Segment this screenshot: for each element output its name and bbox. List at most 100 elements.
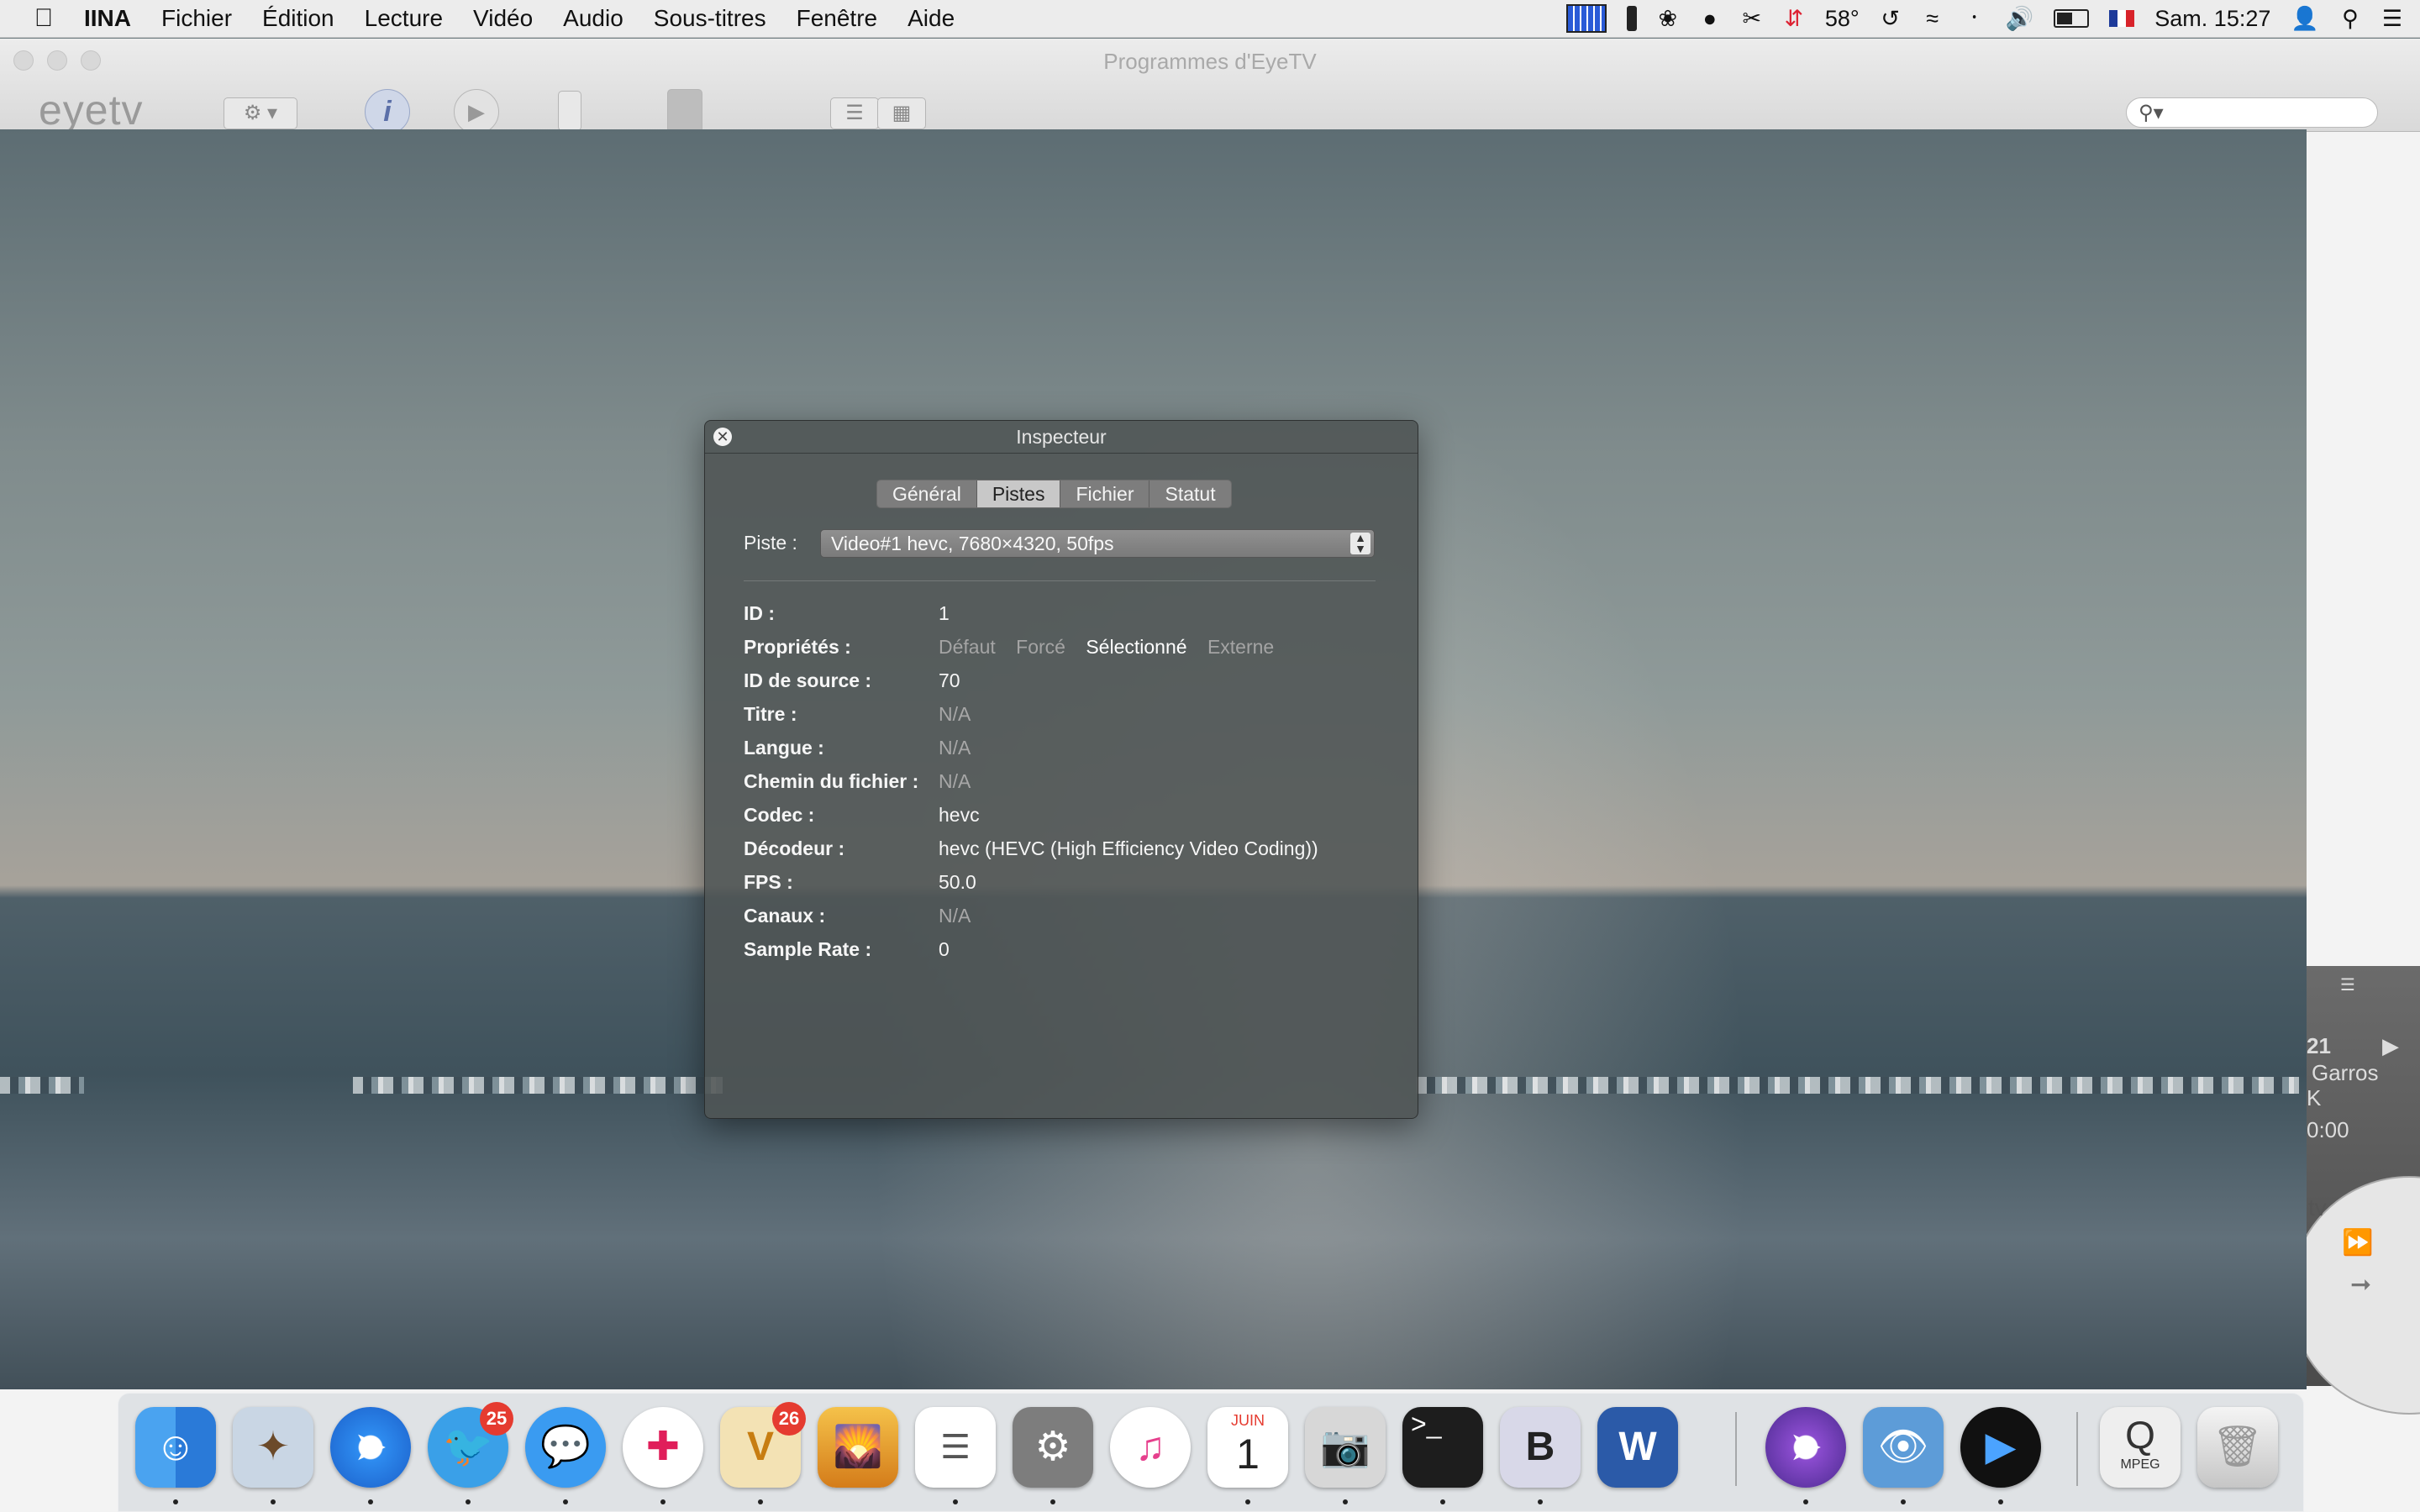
device-icon[interactable] <box>558 91 581 131</box>
track-label: Piste : <box>744 532 797 554</box>
messages-icon[interactable]: 💬 <box>525 1407 606 1488</box>
label-language: Langue : <box>744 737 824 759</box>
info-icon[interactable]: i <box>365 89 410 134</box>
value-properties: Défaut Forcé Sélectionné Externe <box>939 636 1289 669</box>
label-sample-rate: Sample Rate : <box>744 938 872 960</box>
close-icon[interactable]: ✕ <box>713 428 732 446</box>
menu-audio[interactable]: Audio <box>548 5 639 32</box>
word-letter: W <box>1618 1425 1657 1469</box>
input-source-french-flag-icon[interactable] <box>2109 10 2135 27</box>
value-decoder: hevc (HEVC (High Efficiency Video Coding… <box>939 837 1318 859</box>
menu-sous-titres[interactable]: Sous-titres <box>639 5 781 32</box>
phone-battery-icon[interactable] <box>1626 6 1637 31</box>
menu-app-iina[interactable]: IINA <box>69 5 146 32</box>
creative-cloud-icon[interactable]: ❀ <box>1657 6 1679 32</box>
bbedit-icon[interactable]: B <box>1500 1407 1581 1488</box>
value-fps: 50.0 <box>939 871 976 893</box>
grid-view-icon[interactable]: ▦ <box>877 97 926 129</box>
running-indicator <box>271 1499 276 1504</box>
label-fps: FPS : <box>744 871 793 893</box>
iina-icon[interactable]: ▶ <box>1960 1407 2041 1488</box>
temperature-arrows-icon[interactable]: ⇵ <box>1783 6 1805 32</box>
video-glitch-artifact <box>1417 1077 2299 1094</box>
eagle-mail-icon[interactable]: ✦ <box>233 1407 313 1488</box>
menu-clock[interactable]: Sam. 15:27 <box>2154 6 2270 32</box>
running-indicator <box>953 1499 958 1504</box>
controller-channel: 21 <box>2307 1033 2331 1058</box>
tab-pistes[interactable]: Pistes <box>976 480 1061 507</box>
tab-general[interactable]: Général <box>877 480 977 507</box>
controller-list-icon[interactable]: ☰ <box>2340 974 2355 995</box>
spotlight-search-icon[interactable]: ⚲ <box>2339 6 2361 32</box>
calendar-month: JUIN <box>1231 1412 1265 1429</box>
trash-icon[interactable]: 🗑 <box>2197 1407 2278 1488</box>
wifi-icon[interactable]: ≈ <box>1922 6 1944 32</box>
eyetv-search-field[interactable]: ⚲▾ <box>2126 97 2378 128</box>
value-title: N/A <box>939 703 971 725</box>
tab-fichier[interactable]: Fichier <box>1060 480 1150 507</box>
gear-menu-button[interactable]: ⚙ ▾ <box>224 97 297 129</box>
eyetv-logo: eyetv <box>39 87 144 134</box>
preview-icon[interactable]: 🌄 <box>818 1407 898 1488</box>
tweetbot-icon[interactable]: 🐦 25 <box>428 1402 513 1488</box>
running-indicator <box>1538 1499 1543 1504</box>
notification-center-icon[interactable]: ☰ <box>2381 6 2403 32</box>
row-codec: Codec : hevc <box>744 804 980 837</box>
system-preferences-icon[interactable]: ⚙ <box>1013 1407 1093 1488</box>
inspector-title: Inspecteur <box>705 421 1418 454</box>
screenshot-camera-icon[interactable]: 📷 <box>1305 1407 1386 1488</box>
time-machine-icon[interactable]: ↺ <box>1880 6 1902 32</box>
mpeg-quicktime-icon[interactable]: Q MPEG <box>2100 1407 2181 1488</box>
apple-menu-icon[interactable]:  <box>18 4 69 33</box>
finder-icon[interactable]: ☺ <box>135 1407 216 1488</box>
scissors-icon[interactable]: ✂ <box>1741 6 1763 32</box>
dock: ☺ ✦ ➤ 🐦 25 💬 ✚ V 26 🌄 ☰ ⚙ ♫ JUIN 1 📷 >_ … <box>118 1393 2304 1512</box>
controller-play-icon[interactable]: ▶ <box>2382 1033 2399 1059</box>
calendar-icon[interactable]: JUIN 1 <box>1207 1407 1288 1488</box>
row-channels: Canaux : N/A <box>744 905 971 938</box>
list-view-icon[interactable]: ☰ <box>830 97 879 129</box>
menu-lecture[interactable]: Lecture <box>350 5 458 32</box>
remote-icon[interactable] <box>667 89 702 133</box>
running-indicator <box>660 1499 666 1504</box>
temperature-value[interactable]: 58° <box>1825 6 1860 32</box>
track-select[interactable]: Video#1 hevc, 7680×4320, 50fps ▲ ▼ <box>820 529 1375 558</box>
battery-icon[interactable] <box>2054 9 2090 28</box>
safari-technology-preview-icon[interactable]: ➤ <box>1765 1407 1846 1488</box>
notification-badge: 26 <box>772 1402 806 1436</box>
volume-icon[interactable]: 🔊 <box>2006 5 2034 32</box>
divider <box>744 580 1376 581</box>
menu-edition[interactable]: Édition <box>247 5 350 32</box>
play-icon[interactable]: ▶ <box>454 89 499 134</box>
slack-icon[interactable]: ✚ <box>623 1407 703 1488</box>
menu-aide[interactable]: Aide <box>892 5 970 32</box>
value-codec: hevc <box>939 804 980 826</box>
vienna-rss-icon[interactable]: V 26 <box>720 1402 806 1488</box>
controller-program: Garros <box>2312 1060 2379 1085</box>
user-icon[interactable]: 👤 <box>2291 5 2319 32</box>
record-dot-icon[interactable]: ● <box>1699 6 1721 32</box>
dock-separator <box>2076 1412 2078 1486</box>
chevron-updown-icon: ▲ ▼ <box>1350 532 1370 554</box>
inspector-panel: ✕ Inspecteur Général Pistes Fichier Stat… <box>704 420 1418 1119</box>
label-file-path: Chemin du fichier : <box>744 770 919 792</box>
value-channels: N/A <box>939 905 971 927</box>
microsoft-word-icon[interactable]: W <box>1597 1407 1678 1488</box>
running-indicator <box>173 1499 178 1504</box>
status-area: ❀ ● ✂ ⇵ 58° ↺ ≈ ᛫ 🔊 Sam. 15:27 👤 ⚲ ☰ <box>1565 0 2403 37</box>
terminal-icon[interactable]: >_ <box>1402 1407 1483 1488</box>
skip-arrow-icon[interactable]: ➞ <box>2350 1270 2371 1299</box>
track-select-value: Video#1 hevc, 7680×4320, 50fps <box>831 533 1114 554</box>
row-source-id: ID de source : 70 <box>744 669 960 703</box>
eyetv-icon[interactable]: 👁 <box>1863 1407 1944 1488</box>
tab-statut[interactable]: Statut <box>1150 480 1231 507</box>
menu-fichier[interactable]: Fichier <box>146 5 247 32</box>
fast-forward-icon[interactable]: ⏩ <box>2342 1228 2373 1257</box>
safari-icon[interactable]: ➤ <box>330 1407 411 1488</box>
bluetooth-icon[interactable]: ᛫ <box>1964 6 1986 32</box>
istat-memory-icon[interactable] <box>1565 4 1607 33</box>
itunes-icon[interactable]: ♫ <box>1110 1407 1191 1488</box>
menu-video[interactable]: Vidéo <box>458 5 548 32</box>
reminders-icon[interactable]: ☰ <box>915 1407 996 1488</box>
menu-fenetre[interactable]: Fenêtre <box>781 5 893 32</box>
